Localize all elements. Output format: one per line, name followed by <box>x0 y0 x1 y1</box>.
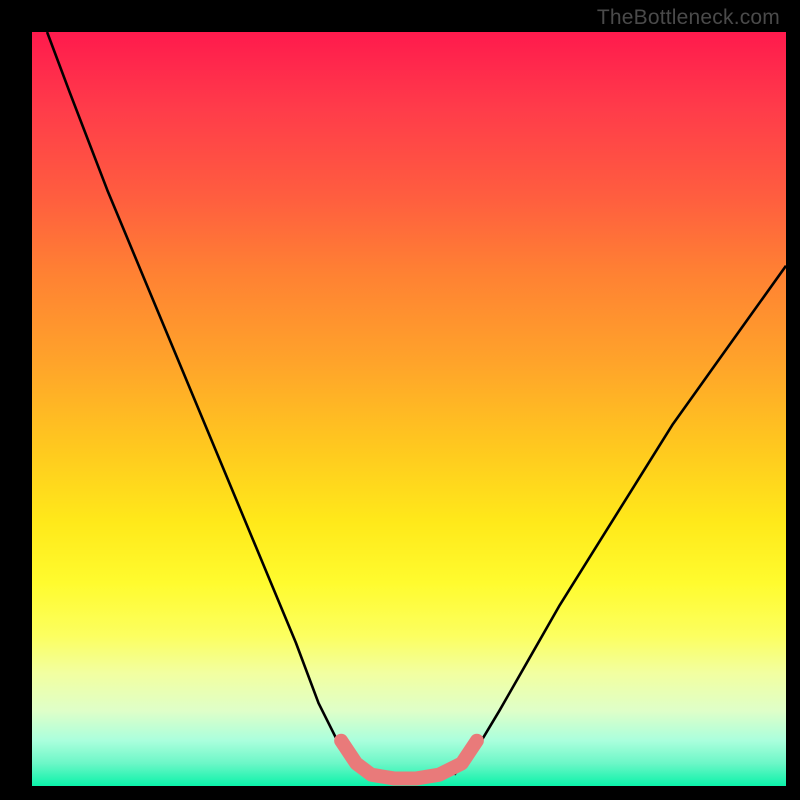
chart-svg <box>32 32 786 786</box>
right-curve <box>454 266 786 775</box>
left-curve <box>47 32 364 775</box>
watermark-text: TheBottleneck.com <box>597 6 780 30</box>
chart-container: TheBottleneck.com <box>0 0 800 800</box>
bottom-highlight <box>341 741 477 779</box>
plot-area <box>32 32 786 786</box>
